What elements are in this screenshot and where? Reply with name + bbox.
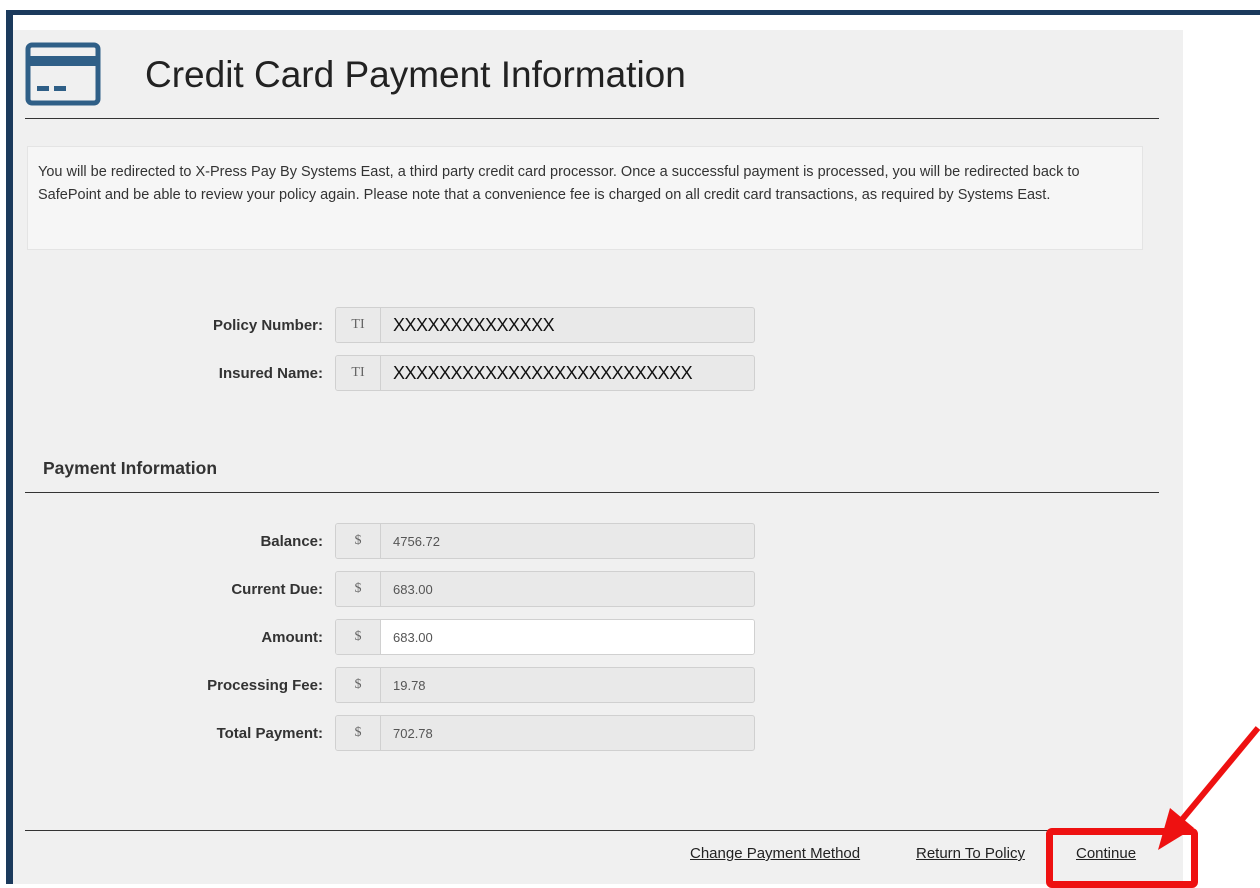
insured-name-value: XXXXXXXXXXXXXXXXXXXXXXXXXX	[393, 362, 693, 383]
total-payment-label: Total Payment:	[216, 725, 323, 742]
amount-label: Amount:	[261, 629, 323, 646]
policy-number-label: Policy Number:	[212, 317, 323, 334]
total-payment-value: 702.78	[393, 725, 433, 741]
dollar-addon: $	[336, 524, 381, 558]
red-arrow-annotation	[1158, 726, 1260, 850]
text-addon: TI	[336, 308, 381, 342]
policy-number-field: TI XXXXXXXXXXXXXX	[335, 307, 755, 343]
current-due-value: 683.00	[393, 581, 433, 597]
payment-panel: Credit Card Payment Information You will…	[13, 30, 1183, 884]
balance-label: Balance:	[260, 533, 323, 550]
change-payment-method-link[interactable]: Change Payment Method	[690, 845, 860, 862]
return-to-policy-link[interactable]: Return To Policy	[916, 845, 1025, 862]
current-due-label: Current Due:	[231, 581, 323, 598]
dollar-addon: $	[336, 716, 381, 750]
processing-fee-field: $ 19.78	[335, 667, 755, 703]
amount-input[interactable]: 683.00	[381, 620, 754, 654]
insured-name-label: Insured Name:	[218, 365, 323, 382]
dollar-addon: $	[336, 572, 381, 606]
processing-fee-label: Processing Fee:	[207, 677, 323, 694]
section-divider	[25, 492, 1159, 493]
window-frame-left	[6, 10, 13, 884]
current-due-field: $ 683.00	[335, 571, 755, 607]
payment-section-title: Payment Information	[43, 458, 218, 478]
redirect-notice: You will be redirected to X-Press Pay By…	[27, 146, 1143, 250]
balance-value: 4756.72	[393, 533, 440, 549]
total-payment-field: $ 702.78	[335, 715, 755, 751]
balance-field: $ 4756.72	[335, 523, 755, 559]
text-addon: TI	[336, 356, 381, 390]
policy-number-value: XXXXXXXXXXXXXX	[393, 314, 555, 335]
credit-card-icon	[25, 42, 101, 106]
dollar-addon: $	[336, 620, 381, 654]
window-frame-top	[6, 10, 1260, 15]
footer-divider	[25, 830, 1183, 831]
page-title: Credit Card Payment Information	[145, 54, 686, 95]
insured-name-field: TI XXXXXXXXXXXXXXXXXXXXXXXXXX	[335, 355, 755, 391]
title-divider	[25, 118, 1159, 119]
processing-fee-value: 19.78	[393, 677, 426, 693]
dollar-addon: $	[336, 668, 381, 702]
amount-field[interactable]: $ 683.00	[335, 619, 755, 655]
